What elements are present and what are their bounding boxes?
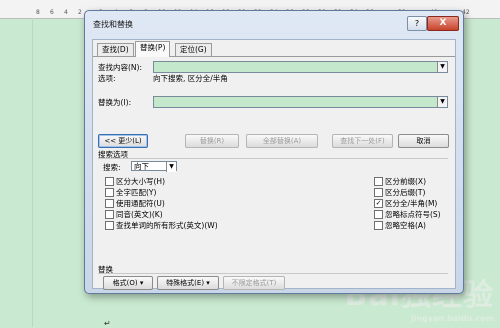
special-format-button[interactable]: 特殊格式(E) ▾ <box>157 276 219 290</box>
replace-label: 替换为(I): <box>98 98 132 107</box>
tab-replace[interactable]: 替换(P) <box>135 41 171 57</box>
separator <box>98 273 448 274</box>
checkbox-label: 区分全/半角(M) <box>385 199 438 208</box>
search-direction-select[interactable]: 向下 ▼ <box>131 161 177 172</box>
tab-find[interactable]: 查找(D) <box>97 43 134 56</box>
checkbox-label: 区分前缀(X) <box>385 177 426 186</box>
checkbox-match-width[interactable]: ✓ <box>374 199 383 208</box>
checkbox-label: 使用通配符(U) <box>116 199 165 208</box>
checkbox-sounds-like[interactable] <box>105 210 114 219</box>
checkbox-word-forms[interactable] <box>105 221 114 230</box>
replace-button[interactable]: 替换(R) <box>185 134 239 148</box>
find-input[interactable]: ▼ <box>153 61 448 73</box>
format-button[interactable]: 格式(O) ▾ <box>103 276 153 290</box>
checkbox-match-suffix[interactable] <box>374 188 383 197</box>
search-direction-value: 向下 <box>134 162 149 171</box>
checkbox-label: 区分后缀(T) <box>385 188 426 197</box>
find-label: 查找内容(N): <box>98 63 142 72</box>
checkbox-label: 区分大小写(H) <box>116 177 165 186</box>
checkbox-label: 忽略空格(A) <box>385 221 426 230</box>
checkbox-match-prefix[interactable] <box>374 177 383 186</box>
help-button[interactable]: ? <box>407 16 427 31</box>
dialog-title: 查找和替换 <box>93 20 133 29</box>
find-next-button[interactable]: 查找下一处(F) <box>332 134 393 148</box>
checkbox-label: 同音(英文)(K) <box>116 210 163 219</box>
checkbox-label: 全字匹配(Y) <box>116 188 157 197</box>
ruler-tick: 6 <box>50 9 54 16</box>
checkbox-label: 忽略标点符号(S) <box>385 210 441 219</box>
replace-all-button[interactable]: 全部替换(A) <box>246 134 318 148</box>
checkbox-match-case[interactable] <box>105 177 114 186</box>
less-options-button[interactable]: << 更少(L) <box>98 134 148 148</box>
chevron-down-icon: ▼ <box>166 162 176 172</box>
no-formatting-button[interactable]: 不限定格式(T) <box>223 276 285 290</box>
tab-goto[interactable]: 定位(G) <box>175 43 212 56</box>
search-direction-label: 搜索: <box>103 163 121 172</box>
find-history-dropdown[interactable]: ▼ <box>437 62 447 72</box>
ruler-tick: 4 <box>64 9 68 16</box>
replace-input[interactable]: ▼ <box>153 96 448 108</box>
close-button[interactable]: X <box>427 16 459 31</box>
checkbox-ignore-whitespace[interactable] <box>374 221 383 230</box>
page-margin-line <box>32 18 33 327</box>
watermark-subtext: jingyan.baidu.com <box>410 314 494 323</box>
checkbox-label: 查找单词的所有形式(英文)(W) <box>116 221 218 230</box>
checkbox-whole-word[interactable] <box>105 188 114 197</box>
find-replace-dialog: 查找和替换 ? X 查找(D) 替换(P) 定位(G) 查找内容(N): ▼ 选… <box>84 10 464 294</box>
check-mark-icon: ✓ <box>375 199 382 207</box>
cancel-button[interactable]: 取消 <box>398 134 449 148</box>
checkbox-wildcards[interactable] <box>105 199 114 208</box>
dialog-body: 查找(D) 替换(P) 定位(G) 查找内容(N): ▼ 选项: 向下搜索, 区… <box>92 39 456 290</box>
options-value: 向下搜索, 区分全/半角 <box>153 74 228 83</box>
ruler-tick: 2 <box>78 9 82 16</box>
replace-history-dropdown[interactable]: ▼ <box>437 97 447 107</box>
ruler-tick: 8 <box>36 9 40 16</box>
checkbox-ignore-punctuation[interactable] <box>374 210 383 219</box>
separator <box>98 158 448 159</box>
options-label: 选项: <box>98 74 116 83</box>
